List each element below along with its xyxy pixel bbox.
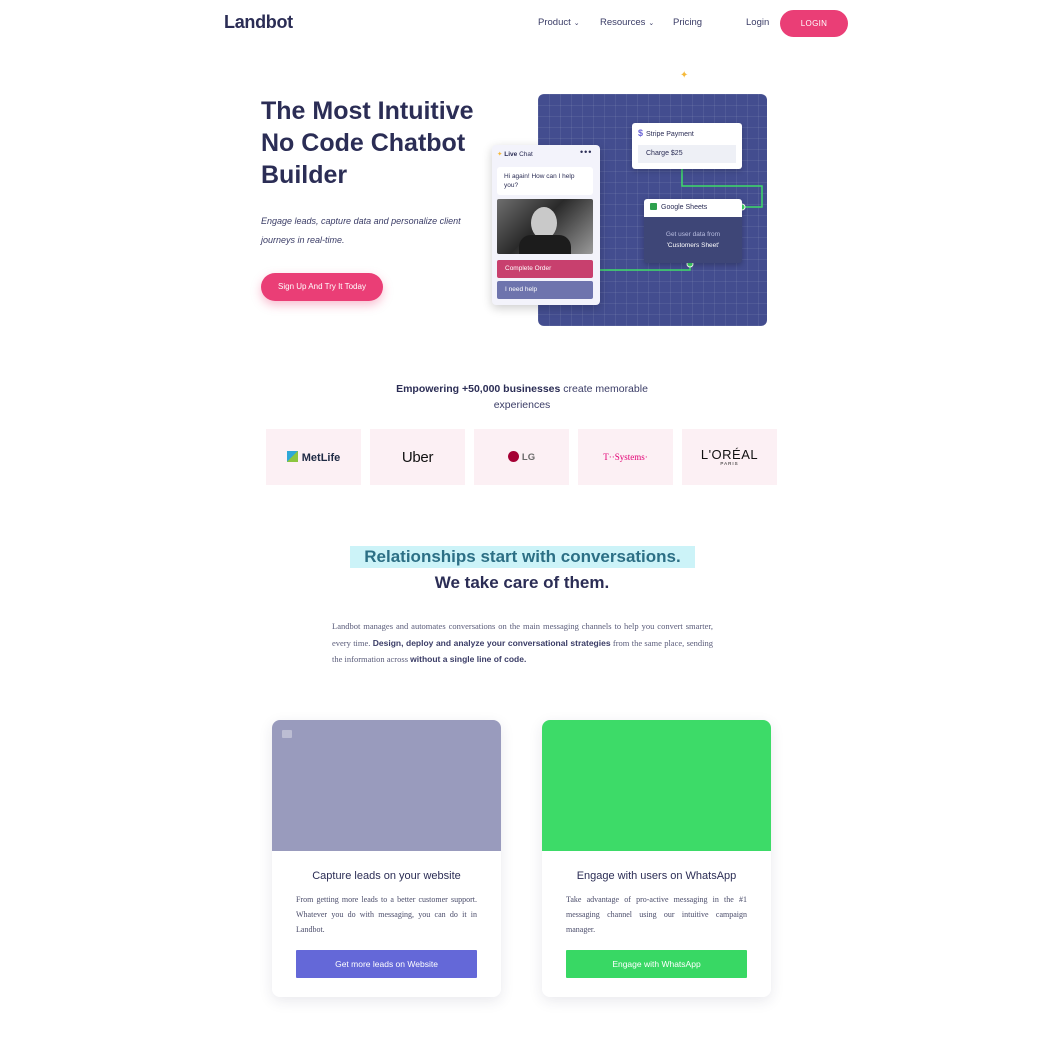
chevron-down-icon: ⌄ [573,20,580,27]
login-button[interactable]: LOGIN [780,10,848,37]
lg-mark-icon [507,451,519,462]
lg-logo: LG [507,451,536,463]
stripe-card-title: Stripe Payment [646,131,694,138]
chat-option-complete-order: Complete Order [497,260,593,278]
chat-bubble: Hi again! How can I help you? [497,167,593,195]
charge-field: Charge $25 [638,145,736,163]
feature-description: From getting more leads to a better cust… [296,895,477,934]
chat-header-text: Chat [519,151,533,158]
logo-tile-uber: Uber [370,429,465,485]
feature-card-website: Capture leads on your website From getti… [272,720,501,997]
login-link[interactable]: Login [746,17,769,28]
more-options-icon: ••• [580,147,593,157]
nav-item-label: Pricing [673,17,703,28]
loreal-logo-text: L'ORÉAL [700,447,759,462]
relationships-title: Relationships start with conversations. [350,546,695,568]
stripe-payment-card: $ Stripe Payment Charge $25 [632,123,742,169]
engage-whatsapp-button[interactable]: Engage with WhatsApp [566,950,747,978]
live-chat-widget: ✦ Live Chat ••• Hi again! How can I help… [492,145,600,305]
sheets-card-line: 'Customers Sheet' [666,242,720,249]
relationships-body: Landbot manages and automates conversati… [332,618,713,668]
top-navigation: Landbot Product ⌄ Resources ⌄ Pricing Logi… [0,0,1044,48]
tsystems-logo: T··Systems· [603,452,648,462]
feature-title: Capture leads on your website [312,870,461,882]
empower-text: Empowering +50,000 businesses create mem… [372,381,672,413]
chat-image [497,199,593,254]
feature-card-whatsapp: Engage with users on WhatsApp Take advan… [542,720,771,997]
logo-tile-metlife: MetLife [266,429,361,485]
landbot-logo[interactable]: Landbot [224,12,293,33]
relationships-subtitle: We take care of them. [434,573,610,592]
feature-description: Take advantage of pro-active messaging i… [566,895,747,934]
logo-tile-loreal: L'ORÉAL PARIS [682,429,777,485]
logo-tile-tsystems: T··Systems· [578,429,673,485]
nav-item-resources[interactable]: Resources ⌄ [600,17,654,28]
image-placeholder-icon [282,730,292,738]
signup-cta-button[interactable]: Sign Up And Try It Today [261,273,383,301]
google-sheets-card: Google Sheets Get user data from 'Custom… [644,199,742,263]
nav-item-label: Resources [600,17,646,28]
sheets-card-body: Get user data from 'Customers Sheet' [644,229,742,251]
chevron-down-icon: ⌄ [648,20,655,27]
sheets-card-title: Google Sheets [661,204,708,211]
chat-header: ✦ Live Chat [497,150,533,158]
person-suit [519,235,571,254]
sparkle-icon: ✦ [680,70,689,81]
uber-logo: Uber [401,448,434,466]
feature-title: Engage with users on WhatsApp [576,870,737,882]
connector-line [593,264,691,271]
feature-media-website [272,720,501,851]
nav-item-product[interactable]: Product ⌄ [538,17,580,28]
sheets-card-header: Google Sheets [644,199,742,217]
chat-option-need-help: I need help [497,281,593,299]
sheets-card-line: Get user data from [665,231,721,238]
chat-header-bold: Live [504,151,518,158]
logo-tile-lg: LG [474,429,569,485]
metlife-mark-icon [286,450,298,462]
google-sheets-icon [650,203,657,210]
metlife-logo-text: MetLife [301,451,341,464]
lg-logo-text: LG [521,452,536,463]
body-bold: Design, deploy and analyze your conversa… [372,637,611,648]
nav-item-label: Product [538,17,571,28]
loreal-logo: L'ORÉAL PARIS [701,448,758,466]
get-more-leads-button[interactable]: Get more leads on Website [296,950,477,978]
feature-media-whatsapp [542,720,771,851]
hero-subtitle: Engage leads, capture data and personali… [261,216,461,245]
sparkle-icon: ✦ [497,151,503,158]
nav-item-pricing[interactable]: Pricing [673,17,702,28]
stripe-card-header: $ Stripe Payment [638,128,694,138]
body-bold: without a single line of code. [410,654,527,664]
hero-title: The Most Intuitive No Code Chatbot Build… [261,97,474,189]
empower-bold: Empowering +50,000 businesses [396,383,561,395]
dollar-icon: $ [638,128,644,138]
metlife-logo: MetLife [286,450,341,464]
